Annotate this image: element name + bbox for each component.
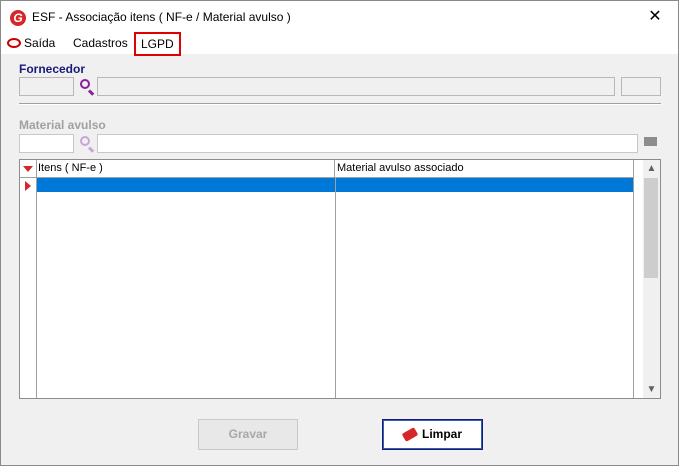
menu-item-cadastros[interactable]: Cadastros <box>73 35 128 51</box>
current-row-arrow-icon <box>25 181 31 191</box>
fornecedor-code-field[interactable] <box>19 77 74 96</box>
material-avulso-code-field[interactable] <box>19 134 74 153</box>
scrollbar-thumb[interactable] <box>644 178 658 278</box>
column-header-material-avulso-associado[interactable]: Material avulso associado <box>335 160 634 177</box>
fornecedor-label: Fornecedor <box>19 62 86 76</box>
grid-header: Itens ( NF-e ) Material avulso associado <box>20 160 634 178</box>
menu-item-lgpd[interactable]: LGPD <box>134 32 181 56</box>
close-button[interactable]: ✕ <box>632 1 678 32</box>
column-separator <box>633 178 634 398</box>
items-grid[interactable]: Itens ( NF-e ) Material avulso associado… <box>19 159 661 399</box>
eraser-icon <box>401 427 419 442</box>
material-avulso-label: Material avulso <box>19 118 106 132</box>
fornecedor-name-field[interactable] <box>97 77 615 96</box>
limpar-button-label: Limpar <box>421 427 462 441</box>
vertical-scrollbar[interactable]: ▲ ▼ <box>643 160 660 398</box>
gravar-button[interactable]: Gravar <box>198 419 298 450</box>
exit-icon <box>7 38 21 48</box>
column-separator <box>335 178 336 398</box>
section-divider <box>19 103 661 105</box>
material-avulso-description-field[interactable] <box>97 134 638 153</box>
window-title: ESF - Associação itens ( NF-e / Material… <box>32 10 291 24</box>
grid-header-indicator[interactable] <box>20 160 37 177</box>
menu-bar: Saída Cadastros LGPD <box>1 32 678 56</box>
title-bar: G ESF - Associação itens ( NF-e / Materi… <box>1 1 678 32</box>
comment-icon[interactable] <box>644 137 657 146</box>
sort-down-icon <box>23 166 33 172</box>
material-search-icon[interactable] <box>78 135 96 153</box>
app-logo-icon: G <box>10 10 26 26</box>
fornecedor-extra-field[interactable] <box>621 77 661 96</box>
gravar-button-label: Gravar <box>228 427 268 441</box>
scroll-down-arrow-icon[interactable]: ▼ <box>643 381 660 398</box>
menu-item-saida[interactable]: Saída <box>7 35 55 51</box>
limpar-button[interactable]: Limpar <box>382 419 483 450</box>
fornecedor-search-icon[interactable] <box>78 78 96 96</box>
main-window: G ESF - Associação itens ( NF-e / Materi… <box>0 0 679 466</box>
scroll-up-arrow-icon[interactable]: ▲ <box>643 160 660 177</box>
column-header-itens-nfe[interactable]: Itens ( NF-e ) <box>36 160 335 177</box>
row-indicator-column <box>20 178 37 398</box>
menu-item-saida-label: Saída <box>24 36 56 50</box>
